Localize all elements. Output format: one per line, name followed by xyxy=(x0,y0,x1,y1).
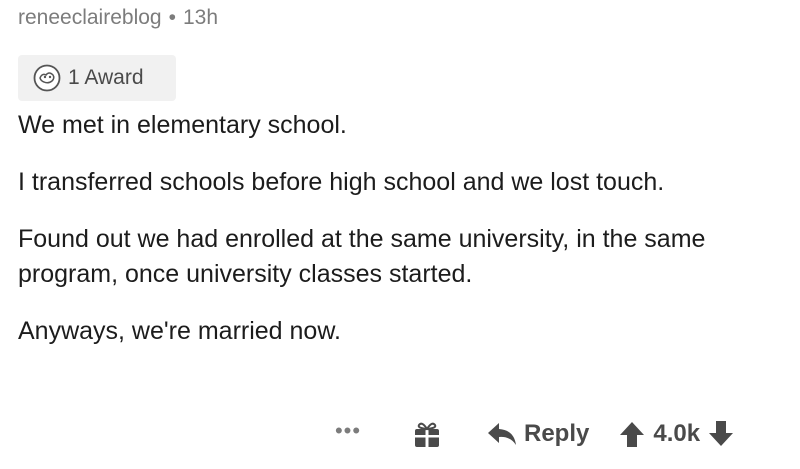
comment-body: We met in elementary school. I transferr… xyxy=(18,108,788,371)
comment-paragraph: We met in elementary school. xyxy=(18,111,347,139)
comment-meta: reneeclaireblog • 13h xyxy=(18,6,218,30)
comment-paragraph: Found out we had enrolled at the same un… xyxy=(18,225,706,288)
vote-score: 4.0k xyxy=(653,420,701,447)
comment-actions: ••• Reply 4.0k xyxy=(328,412,734,456)
silver-award-icon xyxy=(32,63,62,93)
award-badge[interactable]: 1 Award xyxy=(18,55,176,101)
comment-timestamp[interactable]: 13h xyxy=(183,6,218,29)
upvote-arrow-icon[interactable] xyxy=(619,420,645,448)
author-username[interactable]: reneeclaireblog xyxy=(18,6,162,29)
more-options-icon[interactable]: ••• xyxy=(328,420,368,448)
comment: reneeclaireblog • 13h 1 Award We met in el… xyxy=(18,0,788,469)
comment-paragraph: I transferred schools before high school… xyxy=(18,168,665,196)
gift-icon[interactable] xyxy=(412,419,442,449)
reply-button[interactable]: Reply xyxy=(486,420,589,448)
comment-paragraph: Anyways, we're married now. xyxy=(18,317,341,345)
vote-controls: 4.0k xyxy=(619,420,734,448)
reply-arrow-icon xyxy=(488,423,516,445)
reply-label: Reply xyxy=(524,420,590,447)
downvote-arrow-icon[interactable] xyxy=(708,420,734,448)
meta-separator: • xyxy=(168,6,176,29)
award-label: 1 Award xyxy=(68,66,144,89)
